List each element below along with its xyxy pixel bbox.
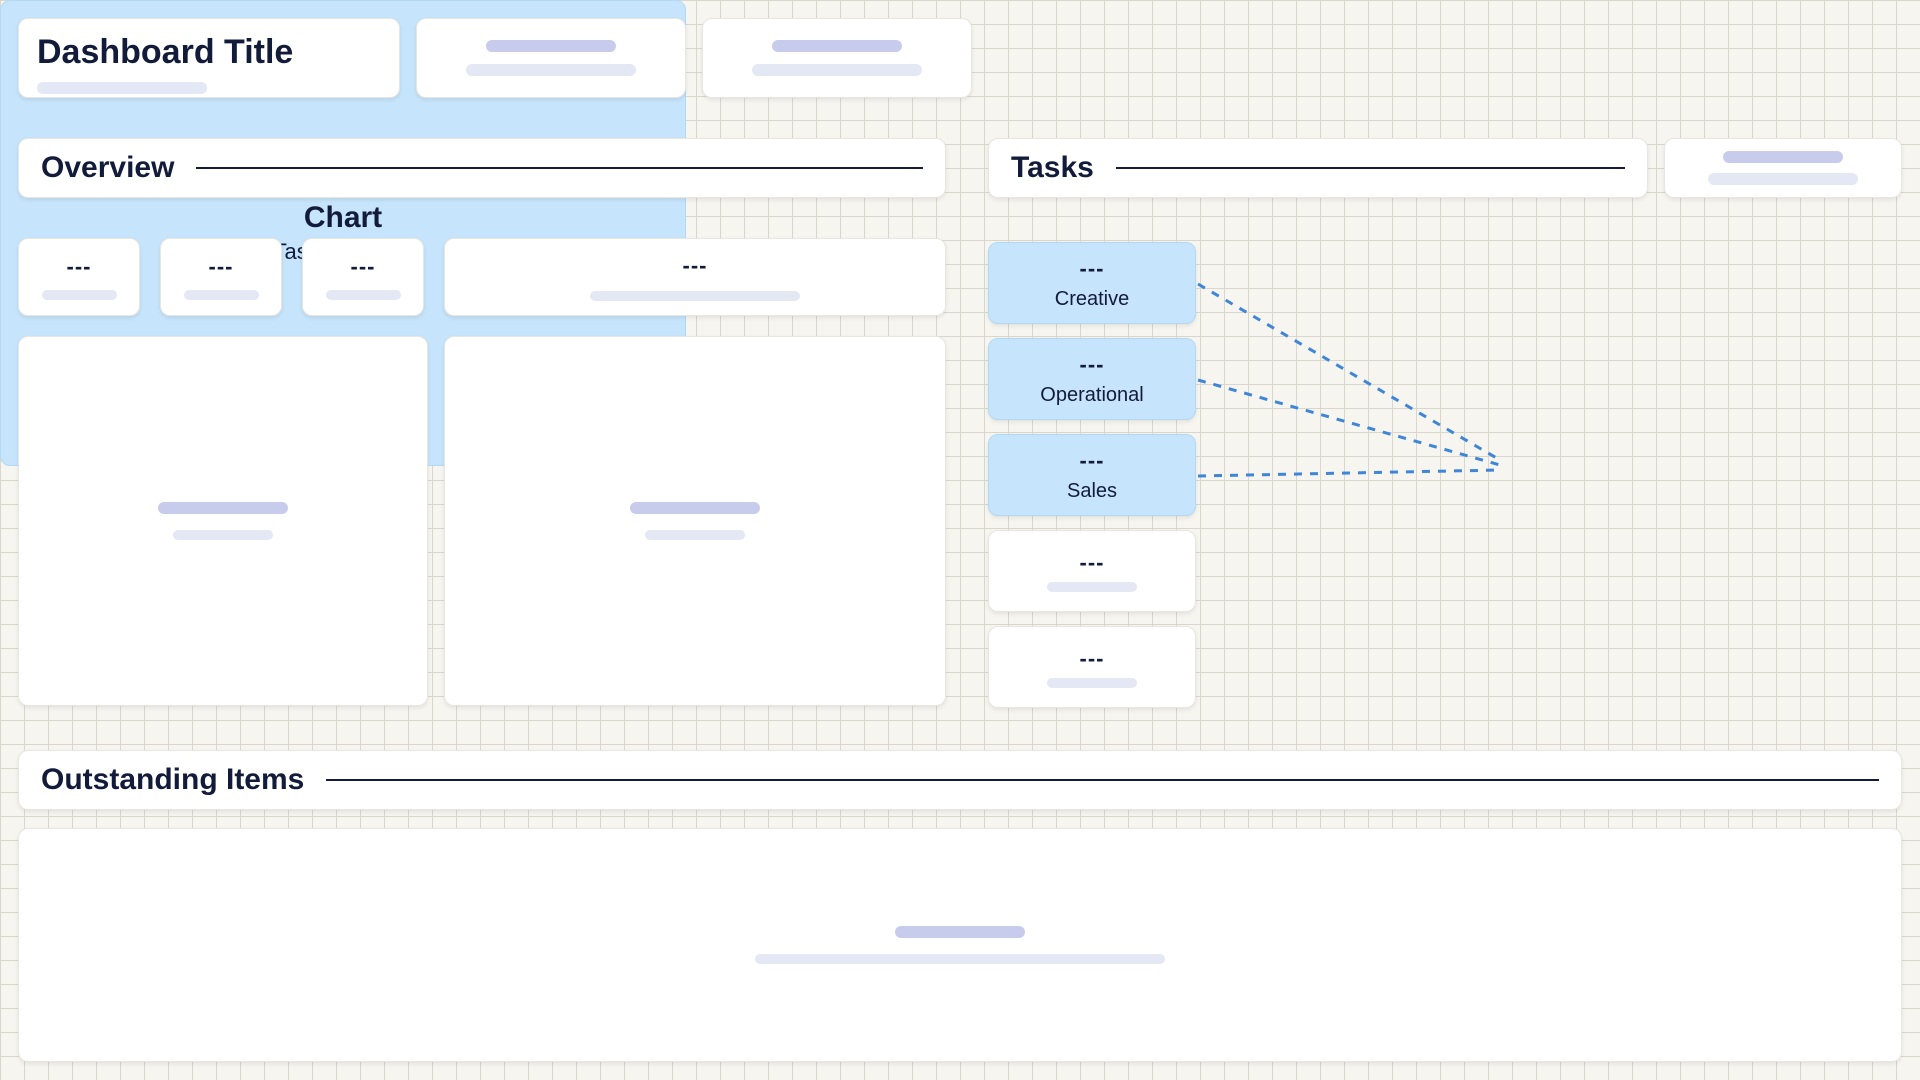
placeholder-line bbox=[590, 291, 800, 301]
task-value: --- bbox=[1080, 352, 1105, 378]
placeholder-line bbox=[1047, 582, 1137, 592]
overview-stat-wide: --- bbox=[444, 238, 946, 316]
stat-value: --- bbox=[67, 254, 92, 280]
placeholder-line bbox=[42, 290, 117, 300]
chart-title: Chart bbox=[304, 201, 382, 235]
task-type-sales[interactable]: --- Sales bbox=[988, 434, 1196, 516]
placeholder-line bbox=[1708, 173, 1858, 185]
divider-line bbox=[1116, 167, 1625, 169]
overview-panel-b bbox=[444, 336, 946, 706]
placeholder-line bbox=[158, 502, 288, 514]
stat-value: --- bbox=[351, 254, 376, 280]
overview-stat-3: --- bbox=[302, 238, 424, 316]
stat-value: --- bbox=[683, 253, 708, 279]
task-label: Operational bbox=[1040, 384, 1143, 407]
task-value: --- bbox=[1080, 448, 1105, 474]
section-header-outstanding: Outstanding Items bbox=[18, 750, 1902, 810]
task-type-operational[interactable]: --- Operational bbox=[988, 338, 1196, 420]
placeholder-line bbox=[895, 926, 1025, 938]
subtitle-placeholder bbox=[37, 82, 207, 94]
header-widget-1 bbox=[416, 18, 686, 98]
task-type-placeholder-4[interactable]: --- bbox=[988, 530, 1196, 612]
overview-stat-2: --- bbox=[160, 238, 282, 316]
placeholder-line bbox=[630, 502, 760, 514]
task-type-placeholder-5[interactable]: --- bbox=[988, 626, 1196, 708]
placeholder-line bbox=[772, 40, 902, 52]
outstanding-items-panel bbox=[18, 828, 1902, 1062]
placeholder-line bbox=[173, 530, 273, 540]
section-title: Tasks bbox=[1011, 151, 1094, 185]
header-widget-2 bbox=[702, 18, 972, 98]
placeholder-line bbox=[755, 954, 1165, 964]
tasks-side-widget bbox=[1664, 138, 1902, 198]
task-label: Sales bbox=[1067, 480, 1117, 503]
placeholder-line bbox=[752, 64, 922, 76]
task-value: --- bbox=[1080, 256, 1105, 282]
placeholder-line bbox=[645, 530, 745, 540]
stat-value: --- bbox=[209, 254, 234, 280]
placeholder-line bbox=[184, 290, 259, 300]
task-type-creative[interactable]: --- Creative bbox=[988, 242, 1196, 324]
task-value: --- bbox=[1080, 550, 1105, 576]
section-title: Overview bbox=[41, 151, 174, 185]
placeholder-line bbox=[1047, 678, 1137, 688]
divider-line bbox=[196, 167, 923, 169]
placeholder-line bbox=[486, 40, 616, 52]
task-value: --- bbox=[1080, 646, 1105, 672]
overview-stat-1: --- bbox=[18, 238, 140, 316]
divider-line bbox=[326, 779, 1879, 781]
overview-panel-a bbox=[18, 336, 428, 706]
section-title: Outstanding Items bbox=[41, 763, 304, 797]
dashboard-title-card: Dashboard Title bbox=[18, 18, 400, 98]
task-label: Creative bbox=[1055, 288, 1129, 311]
dashboard-title: Dashboard Title bbox=[37, 33, 381, 72]
section-header-overview: Overview bbox=[18, 138, 946, 198]
placeholder-line bbox=[1723, 151, 1843, 163]
placeholder-line bbox=[466, 64, 636, 76]
placeholder-line bbox=[326, 290, 401, 300]
section-header-tasks: Tasks bbox=[988, 138, 1648, 198]
